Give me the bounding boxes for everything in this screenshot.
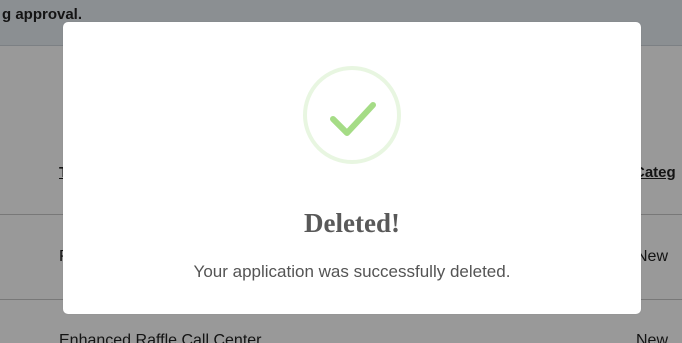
delete-success-dialog: Deleted! Your application was successful… xyxy=(63,22,641,314)
success-checkmark-icon xyxy=(303,66,401,164)
checkmark-icon xyxy=(330,102,376,136)
page: g approval. Type Categ Punch Board/Pull-… xyxy=(0,0,682,343)
dialog-title: Deleted! xyxy=(304,208,400,238)
dialog-message: Your application was successfully delete… xyxy=(193,262,511,281)
